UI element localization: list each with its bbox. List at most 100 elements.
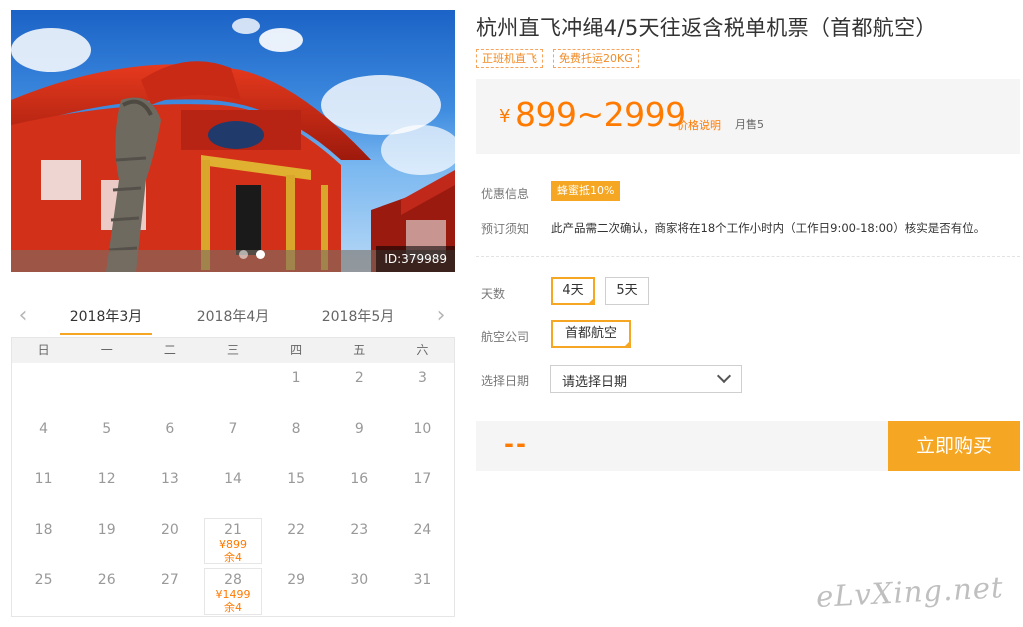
notice-text: 此产品需二次确认，商家将在18个工作小时内（工作日9:00-18:00）核实是否… xyxy=(551,221,986,235)
day-number: 17 xyxy=(413,471,432,487)
calendar-day: 27 xyxy=(138,565,201,616)
chevron-down-icon xyxy=(716,368,732,384)
price-note-link[interactable]: 价格说明 xyxy=(677,117,721,133)
calendar-empty-cell xyxy=(201,363,264,414)
day-number: 21 xyxy=(224,521,242,538)
day-number: 10 xyxy=(413,420,432,437)
day-number: 24 xyxy=(413,521,432,538)
day-number: 25 xyxy=(34,572,53,588)
tag-free-baggage: 免费托运20KG xyxy=(553,49,639,68)
castle-photo xyxy=(11,18,455,272)
day-number: 7 xyxy=(228,420,238,437)
divider xyxy=(476,256,1020,257)
buy-now-button[interactable]: 立即购买 xyxy=(888,421,1020,471)
product-image[interactable]: ID:379989 xyxy=(11,10,455,272)
price-box: ¥ 899~2999 价格说明 月售5 xyxy=(476,79,1020,154)
calendar-day: 29 xyxy=(265,565,328,616)
chevron-right-icon[interactable]: › xyxy=(431,304,451,328)
calendar-day: 8 xyxy=(265,414,328,465)
calendar-day: 11 xyxy=(12,464,75,515)
calendar-day: 22 xyxy=(265,515,328,566)
day-number: 19 xyxy=(97,521,116,538)
product-title: 杭州直飞冲绳4/5天往返含税单机票（首都航空） xyxy=(476,16,937,40)
calendar: 日 一 二 三 四 五 六 1 2 3 4 5 6 7 8 9 10 11 12 13 14 15 16 17 1… xyxy=(11,337,455,617)
day-number: 30 xyxy=(350,572,369,588)
calendar-day: 23 xyxy=(328,515,391,566)
day-number: 13 xyxy=(160,471,179,487)
day-number: 9 xyxy=(354,420,364,437)
day-number: 16 xyxy=(350,471,369,487)
day-price: ¥1499 xyxy=(215,588,251,601)
day-number: 8 xyxy=(291,420,301,437)
calendar-empty-cell xyxy=(138,363,201,414)
month-tab-active[interactable]: 2018年3月 xyxy=(60,306,152,335)
price-range: 899~2999 xyxy=(515,95,686,134)
days-option-4[interactable]: 4天 xyxy=(551,277,595,305)
day-number: 11 xyxy=(34,471,53,487)
day-number: 26 xyxy=(97,572,116,588)
carousel-dot[interactable] xyxy=(239,250,248,259)
promo-label: 优惠信息 xyxy=(481,187,530,201)
day-number: 2 xyxy=(354,370,364,386)
day-stock: 余4 xyxy=(223,601,242,614)
day-number: 15 xyxy=(287,471,306,487)
month-tab[interactable]: 2018年5月 xyxy=(312,306,404,326)
calendar-empty-cell xyxy=(75,363,138,414)
weekday-header: 日 一 二 三 四 五 六 xyxy=(12,338,454,363)
calendar-day: 13 xyxy=(138,464,201,515)
notice-label: 预订须知 xyxy=(481,222,530,236)
monthly-sales: 月售5 xyxy=(735,118,764,131)
calendar-day: 31 xyxy=(391,565,454,616)
calendar-day: 26 xyxy=(75,565,138,616)
day-stock: 余4 xyxy=(223,550,242,564)
day-number: 28 xyxy=(224,572,242,588)
day-number: 23 xyxy=(350,521,369,538)
currency-symbol: ¥ xyxy=(499,106,511,127)
buy-bar: -- 立即购买 xyxy=(476,421,1020,471)
calendar-day: 16 xyxy=(328,464,391,515)
calendar-day: 4 xyxy=(12,414,75,465)
calendar-day: 9 xyxy=(328,414,391,465)
weekday-label: 四 xyxy=(290,343,303,357)
month-tab[interactable]: 2018年4月 xyxy=(187,306,279,326)
days-label: 天数 xyxy=(481,287,506,301)
date-select[interactable]: 请选择日期 xyxy=(550,365,742,393)
calendar-day: 6 xyxy=(138,414,201,465)
calendar-day: 10 xyxy=(391,414,454,465)
weekday-label: 一 xyxy=(100,343,113,357)
days-option-5[interactable]: 5天 xyxy=(605,277,649,305)
chevron-left-icon[interactable]: ‹ xyxy=(13,304,33,328)
calendar-day: 7 xyxy=(201,414,264,465)
day-number: 27 xyxy=(160,572,179,588)
day-number: 29 xyxy=(287,572,306,588)
weekday-label: 日 xyxy=(37,343,50,357)
weekday-label: 三 xyxy=(226,343,239,357)
tag-direct-flight: 正班机直飞 xyxy=(476,49,543,68)
airline-option[interactable]: 首都航空 xyxy=(551,320,631,348)
calendar-day: 1 xyxy=(265,363,328,414)
calendar-day: 24 xyxy=(391,515,454,566)
calendar-month-nav: ‹ 2018年3月 2018年4月 2018年5月 › xyxy=(11,300,455,336)
product-tags: 正班机直飞 免费托运20KG xyxy=(476,49,639,68)
day-price: ¥899 xyxy=(218,537,247,551)
promo-badge: 蜂蜜抵10% xyxy=(551,181,621,201)
day-number: 18 xyxy=(34,521,53,538)
image-id-badge: ID:379989 xyxy=(376,246,455,272)
calendar-day: 2 xyxy=(328,363,391,414)
carousel-dots xyxy=(239,250,265,259)
weekday-label: 五 xyxy=(353,343,366,357)
day-number: 3 xyxy=(417,370,427,386)
day-number: 31 xyxy=(413,572,432,588)
calendar-days: 1 2 3 4 5 6 7 8 9 10 11 12 13 14 15 16 17 18 19 20 21 ¥899 余4 2… xyxy=(12,363,454,616)
calendar-day-available[interactable]: 21 ¥899 余4 xyxy=(204,517,262,564)
date-label: 选择日期 xyxy=(481,374,530,388)
weekday-label: 六 xyxy=(416,343,429,357)
day-number: 5 xyxy=(102,420,112,437)
calendar-day: 19 xyxy=(75,515,138,566)
carousel-dot-active[interactable] xyxy=(256,250,265,259)
site-watermark: eLvXing.net xyxy=(815,570,1005,614)
calendar-day: 20 xyxy=(138,515,201,566)
day-number: 6 xyxy=(165,420,175,437)
calendar-day-available[interactable]: 28 ¥1499 余4 xyxy=(204,568,262,615)
selected-price: -- xyxy=(504,430,528,458)
